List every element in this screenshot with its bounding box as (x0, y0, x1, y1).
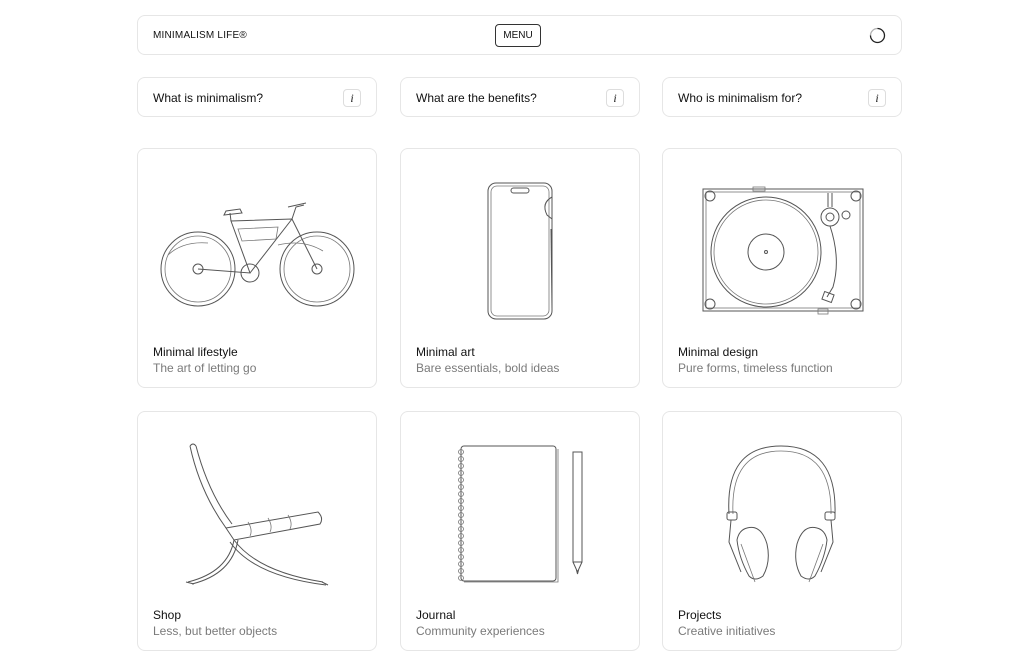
faq-question: What is minimalism? (153, 91, 264, 105)
faq-question: What are the benefits? (416, 91, 537, 105)
brand-logo[interactable]: MINIMALISM LIFE® (153, 30, 247, 41)
menu-button[interactable]: MENU (495, 24, 541, 47)
card-subtitle: Pure forms, timeless function (678, 361, 833, 375)
card-title: Projects (678, 608, 722, 622)
bicycle-icon (160, 202, 355, 307)
card-subtitle: Community experiences (416, 624, 545, 638)
smartphone-icon (487, 182, 553, 320)
notebook-and-pencil-icon (458, 445, 583, 583)
card-subtitle: Less, but better objects (153, 624, 278, 638)
faq-who-is-it-for[interactable]: Who is minimalism for? i (662, 77, 902, 117)
card-title: Minimal lifestyle (153, 345, 238, 359)
card-title: Minimal design (678, 345, 759, 359)
card-subtitle: Bare essentials, bold ideas (416, 361, 560, 375)
card-title: Journal (416, 608, 456, 622)
card-title: Shop (153, 608, 182, 622)
card-title: Minimal art (416, 345, 475, 359)
card-subtitle: Creative initiatives (678, 624, 776, 638)
turntable-icon (702, 186, 864, 315)
faq-benefits[interactable]: What are the benefits? i (400, 77, 640, 117)
info-icon[interactable]: i (343, 89, 361, 107)
info-icon[interactable]: i (868, 89, 886, 107)
card-minimal-art[interactable]: Minimal art Bare essentials, bold ideas (400, 148, 640, 388)
top-bar: MINIMALISM LIFE® MENU (137, 15, 902, 55)
faq-what-is-minimalism[interactable]: What is minimalism? i (137, 77, 377, 117)
info-icon[interactable]: i (606, 89, 624, 107)
card-minimal-lifestyle[interactable]: Minimal lifestyle The art of letting go (137, 148, 377, 388)
card-journal[interactable]: Journal Community experiences (400, 411, 640, 651)
card-shop[interactable]: Shop Less, but better objects (137, 411, 377, 651)
lounge-chair-icon (185, 443, 329, 586)
headphones-icon (726, 445, 836, 583)
faq-question: Who is minimalism for? (678, 91, 803, 105)
card-minimal-design[interactable]: Minimal design Pure forms, timeless func… (662, 148, 902, 388)
loading-spinner-icon (869, 27, 886, 44)
card-projects[interactable]: Projects Creative initiatives (662, 411, 902, 651)
card-subtitle: The art of letting go (153, 361, 257, 375)
